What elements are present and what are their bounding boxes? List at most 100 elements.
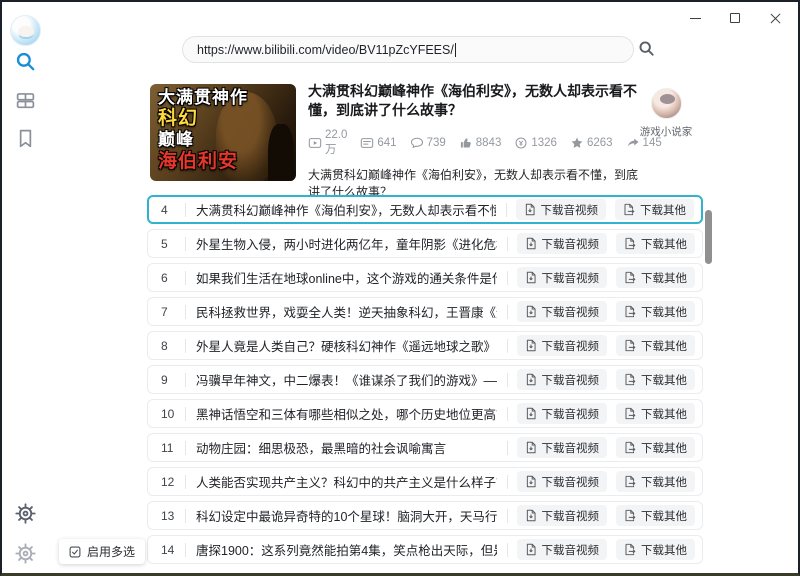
download-other-button[interactable]: 下载其他	[616, 267, 695, 288]
video-row[interactable]: 14 唐探1900：这系列竟然能拍第4集，笑点枪出天际，但是中印联合反美 下载音…	[147, 535, 703, 564]
file-media-icon	[525, 305, 537, 318]
sidebar-item-search[interactable]	[15, 51, 36, 72]
sidebar-item-tasks[interactable]	[15, 90, 36, 111]
video-row[interactable]: 5 外星生物入侵，两小时进化两亿年，童年阴影《进化危机》洗发水拯救世界！ 下载音…	[147, 229, 703, 258]
window-controls	[682, 8, 788, 28]
download-other-button[interactable]: 下载其他	[616, 335, 695, 356]
video-thumbnail[interactable]: 大满贯神作科幻巅峰海伯利安	[150, 84, 296, 181]
divider	[185, 203, 186, 217]
row-index: 8	[161, 339, 185, 353]
file-media-icon	[525, 373, 537, 386]
file-export-icon	[624, 475, 636, 488]
row-title: 大满贯科幻巅峰神作《海伯利安》，无数人却表示看不懂，到底讲了什么故...	[196, 200, 496, 219]
row-index: 14	[161, 543, 185, 557]
stat-value: 641	[377, 137, 396, 149]
file-media-icon	[525, 271, 537, 284]
download-other-button[interactable]: 下载其他	[616, 471, 695, 492]
video-row[interactable]: 6 如果我们生活在地球online中，这个游戏的通关条件是什么？ 下载音视频 下…	[147, 263, 703, 292]
download-av-button[interactable]: 下载音视频	[516, 199, 607, 220]
uploader-name: 游戏小说家	[638, 124, 694, 139]
row-index: 11	[161, 441, 185, 455]
file-export-icon	[624, 509, 636, 522]
thumbnail-text: 大满贯神作科幻巅峰海伯利安	[158, 88, 248, 173]
download-av-button[interactable]: 下载音视频	[517, 335, 608, 356]
row-index: 13	[161, 509, 185, 523]
divider	[507, 237, 508, 251]
search-icon	[15, 51, 36, 72]
file-media-icon	[525, 509, 537, 522]
close-icon	[770, 13, 781, 24]
row-title: 黑神话悟空和三体有哪些相似之处，哪个历史地位更高？	[196, 404, 497, 423]
stat-value: 739	[427, 137, 446, 149]
divider	[507, 305, 508, 319]
download-av-button[interactable]: 下载音视频	[517, 267, 608, 288]
video-row[interactable]: 10 黑神话悟空和三体有哪些相似之处，哪个历史地位更高？ 下载音视频 下载其他	[147, 399, 703, 428]
download-av-button[interactable]: 下载音视频	[517, 437, 608, 458]
file-export-icon	[624, 441, 636, 454]
video-row[interactable]: 9 冯骥早年神文，中二爆表！《谁谋杀了我们的游戏》——资本！ 下载音视频 下载其…	[147, 365, 703, 394]
video-row[interactable]: 13 科幻设定中最诡异奇特的10个星球！脑洞大开，天马行空！ 下载音视频 下载其…	[147, 501, 703, 530]
video-row[interactable]: 12 人类能否实现共产主义？科幻中的共产主义是什么样子？ 下载音视频 下载其他	[147, 467, 703, 496]
file-media-icon	[525, 441, 537, 454]
scrollbar-thumb[interactable]	[705, 210, 712, 264]
row-index: 12	[161, 475, 185, 489]
download-other-button[interactable]: 下载其他	[616, 437, 695, 458]
url-input[interactable]: https://www.bilibili.com/video/BV11pZcYF…	[182, 36, 634, 63]
enable-multiselect-button[interactable]: 启用多选	[59, 539, 145, 564]
sidebar-item-favorites[interactable]	[15, 128, 36, 149]
search-icon	[638, 40, 658, 60]
sidebar-item-download-settings[interactable]	[15, 503, 36, 524]
download-av-button[interactable]: 下载音视频	[517, 233, 608, 254]
download-av-button[interactable]: 下载音视频	[517, 539, 608, 560]
gear-icon	[15, 543, 36, 564]
video-row[interactable]: 11 动物庄园：细思极恐，最黑暗的社会讽喻寓言 下载音视频 下载其他	[147, 433, 703, 462]
download-other-button[interactable]: 下载其他	[616, 301, 695, 322]
divider	[185, 475, 186, 489]
row-index: 10	[161, 407, 185, 421]
url-search-button[interactable]	[638, 40, 658, 60]
download-other-button[interactable]: 下载其他	[615, 199, 694, 220]
minimize-button[interactable]	[682, 8, 708, 28]
download-other-button[interactable]: 下载其他	[616, 369, 695, 390]
close-button[interactable]	[762, 8, 788, 28]
divider	[185, 305, 186, 319]
download-av-button[interactable]: 下载音视频	[517, 403, 608, 424]
play-icon	[308, 136, 322, 150]
divider	[507, 407, 508, 421]
download-other-button[interactable]: 下载其他	[616, 505, 695, 526]
sidebar	[2, 2, 50, 573]
divider	[185, 339, 186, 353]
divider	[185, 271, 186, 285]
uploader-avatar[interactable]	[651, 88, 682, 119]
video-row[interactable]: 8 外星人竟是人类自己？硬核科幻神作《遥远地球之歌》 下载音视频 下载其他	[147, 331, 703, 360]
stat-value: 22.0万	[325, 129, 347, 157]
maximize-button[interactable]	[722, 8, 748, 28]
gear-icon	[15, 503, 36, 524]
divider	[507, 373, 508, 387]
sidebar-item-settings[interactable]	[15, 543, 36, 564]
download-av-button[interactable]: 下载音视频	[517, 505, 608, 526]
row-title: 唐探1900：这系列竟然能拍第4集，笑点枪出天际，但是中印联合反美	[196, 540, 497, 559]
divider	[507, 543, 508, 557]
download-av-button[interactable]: 下载音视频	[517, 369, 608, 390]
user-avatar[interactable]	[10, 15, 41, 46]
divider	[185, 407, 186, 421]
file-media-icon	[525, 339, 537, 352]
multiselect-label: 启用多选	[87, 543, 135, 560]
download-other-button[interactable]: 下载其他	[616, 403, 695, 424]
app-window: https://www.bilibili.com/video/BV11pZcYF…	[0, 0, 800, 576]
download-av-button[interactable]: 下载音视频	[517, 301, 608, 322]
download-other-button[interactable]: 下载其他	[616, 233, 695, 254]
uploader[interactable]: 游戏小说家	[638, 88, 694, 139]
divider	[507, 475, 508, 489]
video-row[interactable]: 7 民科拯救世界，戏耍全人类！逆天抽象科幻，王晋康《逃离母宇宙》 下载音视频 下…	[147, 297, 703, 326]
maximize-icon	[730, 13, 740, 23]
row-index: 7	[161, 305, 185, 319]
file-media-icon	[525, 237, 537, 250]
divider	[185, 441, 186, 455]
download-other-button[interactable]: 下载其他	[616, 539, 695, 560]
divider	[185, 373, 186, 387]
row-index: 4	[161, 203, 185, 217]
video-row[interactable]: 4 大满贯科幻巅峰神作《海伯利安》，无数人却表示看不懂，到底讲了什么故... 下…	[147, 195, 703, 224]
download-av-button[interactable]: 下载音视频	[517, 471, 608, 492]
